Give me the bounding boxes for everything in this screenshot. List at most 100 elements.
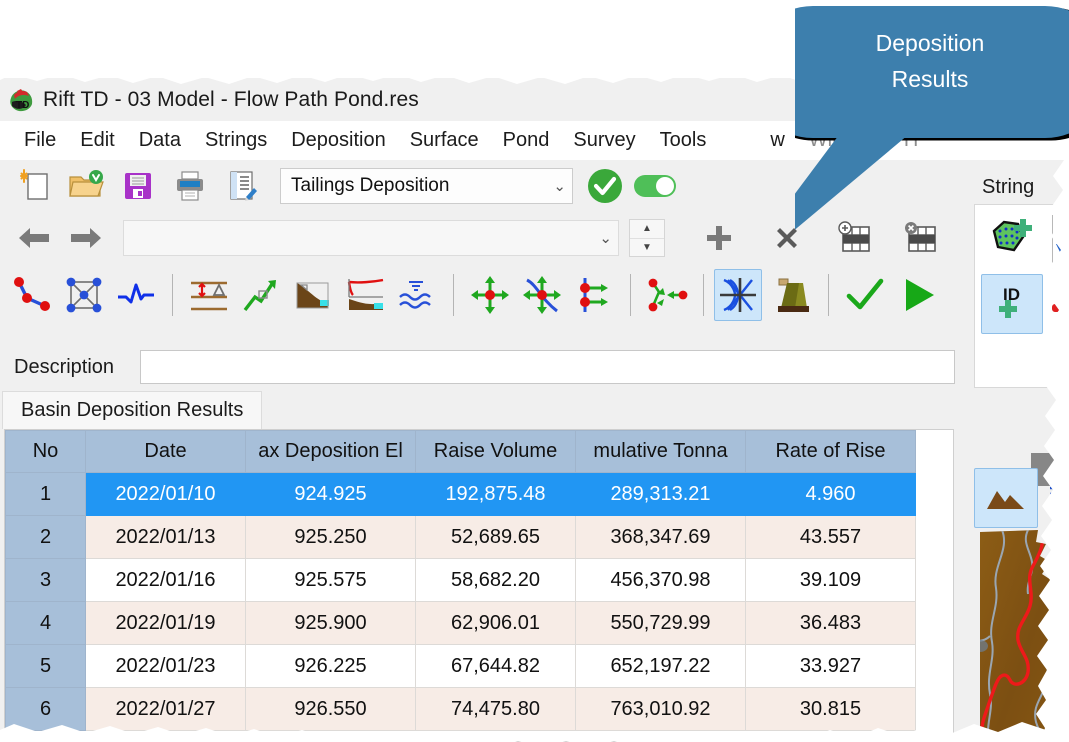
callout-line-2: Results: [891, 65, 969, 92]
green-check-circle-icon[interactable]: [579, 162, 631, 210]
cell-no: 6: [5, 687, 86, 731]
toolbar-separator: [172, 274, 173, 316]
arrow-left-icon[interactable]: [8, 214, 60, 262]
mesh-network-icon[interactable]: [58, 271, 110, 319]
cell-max-deposition-el: 925.250: [245, 515, 416, 559]
cell-raise-volume: 74,475.80: [415, 687, 576, 731]
cell-max-deposition-el: 925.900: [245, 601, 416, 645]
green-toggle-on-icon[interactable]: [631, 162, 679, 210]
results-table: No Date ax Deposition El Raise Volume mu…: [5, 430, 916, 731]
stepper-down-icon[interactable]: ▼: [630, 239, 664, 257]
print-icon[interactable]: [164, 162, 216, 210]
dock-tab-string[interactable]: String: [974, 170, 1069, 204]
table-row[interactable]: 4 2022/01/19 925.900 62,906.01 550,729.9…: [5, 601, 916, 645]
menu-item-tools[interactable]: Tools: [648, 126, 719, 155]
toolbar-area: Tailings Deposition ⌄ ⌄ ▲ ▼: [0, 160, 1069, 343]
column-header-no[interactable]: No: [5, 430, 86, 473]
dock-partial-icon-a[interactable]: [1050, 222, 1069, 262]
dock-partial-icon-b[interactable]: [1052, 300, 1069, 316]
column-header-max-deposition-el[interactable]: ax Deposition El: [245, 430, 416, 473]
beach-profile-icon[interactable]: [287, 271, 339, 319]
add-polygon-icon[interactable]: [981, 209, 1041, 267]
table-row[interactable]: 5 2022/01/23 926.225 67,644.82 652,197.2…: [5, 644, 916, 688]
column-header-rate-of-rise[interactable]: Rate of Rise: [745, 430, 916, 473]
cell-cumulative-tonnage: 550,729.99: [575, 601, 746, 645]
cell-date: 2022/01/10: [85, 472, 246, 516]
tab-label: Basin Deposition Results: [21, 399, 244, 421]
cell-rate-of-rise: 39.109: [745, 558, 916, 602]
menu-item-strings[interactable]: Strings: [193, 126, 279, 155]
cell-max-deposition-el: 926.550: [245, 687, 416, 731]
menu-item-data[interactable]: Data: [127, 126, 193, 155]
apply-check-icon[interactable]: [839, 271, 891, 319]
chevron-down-icon: ⌄: [599, 230, 612, 247]
table-header-row: No Date ax Deposition El Raise Volume mu…: [5, 430, 916, 473]
cell-raise-volume: 52,689.65: [415, 515, 576, 559]
menu-item-pond[interactable]: Pond: [491, 126, 562, 155]
insert-row-icon[interactable]: [829, 214, 881, 262]
table-row[interactable]: 3 2022/01/16 925.575 58,682.20 456,370.9…: [5, 558, 916, 602]
move-curve-icon[interactable]: [516, 271, 568, 319]
menu-item-surface[interactable]: Surface: [398, 126, 491, 155]
table-row[interactable]: 2 2022/01/13 925.250 52,689.65 368,347.6…: [5, 515, 916, 559]
delete-x-icon[interactable]: [761, 214, 813, 262]
polyline-points-icon[interactable]: [6, 271, 58, 319]
menu-item-deposition[interactable]: Deposition: [279, 126, 398, 155]
add-plus-icon[interactable]: [693, 214, 745, 262]
run-play-icon[interactable]: [891, 271, 943, 319]
terrain-mountain-icon[interactable]: [974, 468, 1038, 528]
curve-chart-icon[interactable]: [339, 271, 391, 319]
delete-row-icon[interactable]: [895, 214, 947, 262]
cell-cumulative-tonnage: 289,313.21: [575, 472, 746, 516]
waveform-icon[interactable]: [110, 271, 162, 319]
menu-item-edit[interactable]: Edit: [68, 126, 126, 155]
application-window: TD Rift TD - 03 Model - Flow Path Pond.r…: [0, 78, 1069, 742]
description-input[interactable]: [140, 350, 955, 384]
deposition-type-combo[interactable]: Tailings Deposition ⌄: [280, 168, 573, 204]
stepper-up-icon[interactable]: ▲: [630, 220, 664, 239]
toolbar-separator: [828, 274, 829, 316]
cell-raise-volume: 192,875.48: [415, 472, 576, 516]
elevation-bands-icon[interactable]: [183, 271, 235, 319]
cell-cumulative-tonnage: 652,197.22: [575, 644, 746, 688]
deposition-results-grid[interactable]: No Date ax Deposition El Raise Volume mu…: [4, 429, 954, 742]
edit-document-icon[interactable]: [216, 162, 268, 210]
column-header-cumulative-tonnage[interactable]: mulative Tonna: [575, 430, 746, 473]
tab-basin-deposition-results[interactable]: Basin Deposition Results: [2, 391, 263, 429]
save-disk-icon[interactable]: [112, 162, 164, 210]
open-folder-icon[interactable]: [60, 162, 112, 210]
deposition-results-icon[interactable]: [714, 269, 762, 321]
new-file-icon[interactable]: [8, 162, 60, 210]
cell-rate-of-rise: 43.557: [745, 515, 916, 559]
arrow-right-icon[interactable]: [60, 214, 112, 262]
cell-date: 2022/01/27: [85, 687, 246, 731]
table-row[interactable]: 1 2022/01/10 924.925 192,875.48 289,313.…: [5, 472, 916, 516]
connect-points-icon[interactable]: [641, 271, 693, 319]
menu-bar: File Edit Data Strings Deposition Surfac…: [0, 121, 1069, 160]
menu-item-survey[interactable]: Survey: [561, 126, 647, 155]
menu-item-view[interactable]: w: [718, 126, 796, 155]
add-id-icon[interactable]: ID: [981, 274, 1043, 334]
cell-raise-volume: 67,644.82: [415, 644, 576, 688]
dock-partial-icon-c[interactable]: [1050, 482, 1069, 504]
app-td-icon: TD: [8, 88, 36, 114]
table-row[interactable]: 6 2022/01/27 926.550 74,475.80 763,010.9…: [5, 687, 916, 731]
move-all-icon[interactable]: [464, 271, 516, 319]
terrain-map-preview[interactable]: [966, 526, 1069, 742]
secondary-combo[interactable]: ⌄: [123, 220, 619, 256]
cell-no: 4: [5, 601, 86, 645]
menu-item-window[interactable]: Window: [797, 126, 892, 155]
column-header-raise-volume[interactable]: Raise Volume: [415, 430, 576, 473]
slope-arrow-icon[interactable]: [235, 271, 287, 319]
cell-max-deposition-el: 924.925: [245, 472, 416, 516]
offset-points-icon[interactable]: [568, 271, 620, 319]
quantity-stepper[interactable]: ▲ ▼: [629, 219, 665, 257]
window-title: Rift TD - 03 Model - Flow Path Pond.res: [43, 87, 419, 111]
menu-item-file[interactable]: File: [12, 126, 68, 155]
column-header-date[interactable]: Date: [85, 430, 246, 473]
embankment-icon[interactable]: [766, 271, 818, 319]
toolbar-row-file: Tailings Deposition ⌄: [0, 160, 1069, 212]
description-row: Description: [0, 343, 1069, 391]
water-waves-icon[interactable]: [391, 271, 443, 319]
menu-item-help[interactable]: H: [892, 126, 930, 155]
